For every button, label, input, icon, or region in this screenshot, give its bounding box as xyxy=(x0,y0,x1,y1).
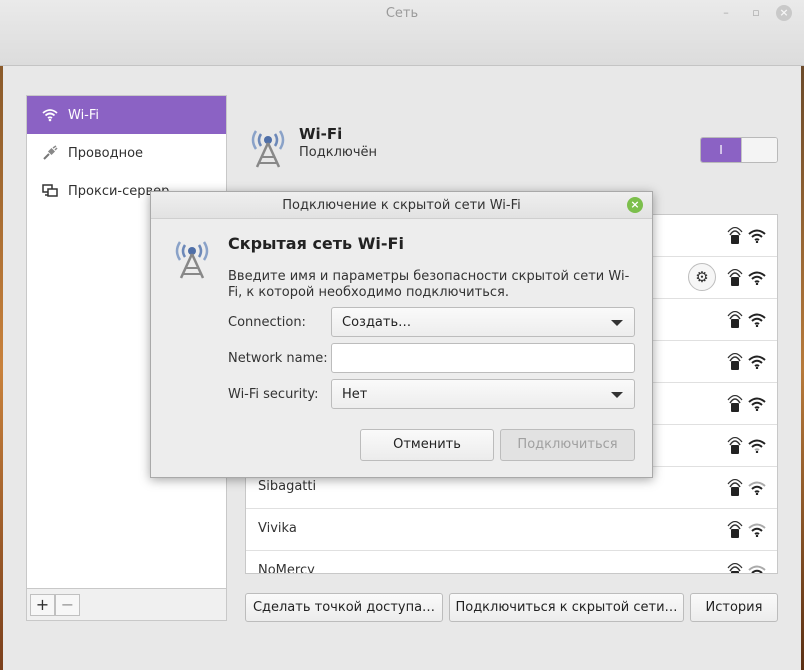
signal-strength-icon xyxy=(748,313,766,327)
proxy-monitor-icon xyxy=(41,182,59,200)
lock-icon xyxy=(727,521,743,538)
toggle-on-indicator: I xyxy=(701,138,741,162)
network-settings-window: Сеть – ▫ × Wi-Fi Проводное Прокси-сервер… xyxy=(0,0,804,670)
remove-connection-button[interactable]: − xyxy=(55,594,80,616)
connection-select[interactable]: Создать… xyxy=(331,307,635,337)
chevron-down-icon xyxy=(611,320,623,326)
signal-strength-icon xyxy=(748,229,766,243)
wifi-security-select-value: Нет xyxy=(342,387,368,402)
network-row[interactable]: Vivika xyxy=(246,509,777,551)
signal-strength-icon xyxy=(748,271,766,285)
wired-plug-icon xyxy=(41,144,59,162)
chevron-down-icon xyxy=(611,392,623,398)
lock-icon xyxy=(727,563,743,573)
wifi-security-select[interactable]: Нет xyxy=(331,379,635,409)
wifi-tower-icon xyxy=(247,125,289,169)
network-name: NoMercy xyxy=(258,563,315,574)
lock-icon xyxy=(727,479,743,496)
window-title: Сеть xyxy=(385,6,419,21)
network-name-input[interactable] xyxy=(331,343,635,373)
sidebar-item-label: Wi-Fi xyxy=(68,107,100,123)
minimize-button[interactable]: – xyxy=(718,5,734,21)
page-title: Wi-Fi xyxy=(299,125,343,143)
wifi-tower-icon xyxy=(171,236,213,280)
network-name: Vivika xyxy=(258,521,297,536)
connection-label: Connection: xyxy=(228,315,306,330)
gear-icon: ⚙ xyxy=(695,268,709,286)
signal-strength-icon xyxy=(748,481,766,495)
wifi-toggle-switch[interactable]: I xyxy=(700,137,778,163)
history-button[interactable]: История xyxy=(690,593,778,622)
add-connection-button[interactable]: + xyxy=(30,594,55,616)
close-button[interactable]: × xyxy=(776,5,792,21)
network-settings-button[interactable]: ⚙ xyxy=(688,263,716,291)
lock-icon xyxy=(727,311,743,328)
sidebar-item-wifi[interactable]: Wi-Fi xyxy=(27,96,226,134)
dialog-close-button[interactable]: × xyxy=(627,197,643,213)
wifi-security-label: Wi-Fi security: xyxy=(228,387,319,402)
cancel-button[interactable]: Отменить xyxy=(360,429,494,461)
maximize-button[interactable]: ▫ xyxy=(748,5,764,21)
lock-icon xyxy=(727,395,743,412)
toggle-knob xyxy=(741,138,777,162)
dialog-heading: Скрытая сеть Wi-Fi xyxy=(228,234,404,253)
lock-icon xyxy=(727,269,743,286)
dialog-description: Введите имя и параметры безопасности скр… xyxy=(228,269,630,300)
signal-strength-icon xyxy=(748,397,766,411)
make-hotspot-button[interactable]: Сделать точкой доступа… xyxy=(245,593,443,622)
signal-strength-icon xyxy=(748,565,766,573)
connection-status: Подключён xyxy=(299,145,377,160)
network-name-label: Network name: xyxy=(228,351,328,366)
sidebar-toolbar: + − xyxy=(27,588,226,620)
sidebar-item-wired[interactable]: Проводное xyxy=(27,134,226,172)
signal-strength-icon xyxy=(748,523,766,537)
connect-button[interactable]: Подключиться xyxy=(500,429,635,461)
signal-strength-icon xyxy=(748,355,766,369)
connect-hidden-network-button[interactable]: Подключиться к скрытой сети… xyxy=(449,593,684,622)
lock-icon xyxy=(727,437,743,454)
desktop-background-strip-left xyxy=(0,66,3,670)
network-name: Sibagatti xyxy=(258,479,317,494)
sidebar-item-label: Проводное xyxy=(68,145,144,161)
wifi-icon xyxy=(41,106,59,124)
lock-icon xyxy=(727,227,743,244)
network-row[interactable]: NoMercy xyxy=(246,551,777,574)
signal-strength-icon xyxy=(748,439,766,453)
lock-icon xyxy=(727,353,743,370)
window-titlebar[interactable]: Сеть – ▫ × xyxy=(0,0,804,66)
dialog-title: Подключение к скрытой сети Wi-Fi xyxy=(282,198,521,213)
connection-select-value: Создать… xyxy=(342,315,412,330)
hidden-network-dialog: Подключение к скрытой сети Wi-Fi × Скрыт… xyxy=(150,191,653,478)
dialog-titlebar[interactable]: Подключение к скрытой сети Wi-Fi × xyxy=(151,192,652,219)
